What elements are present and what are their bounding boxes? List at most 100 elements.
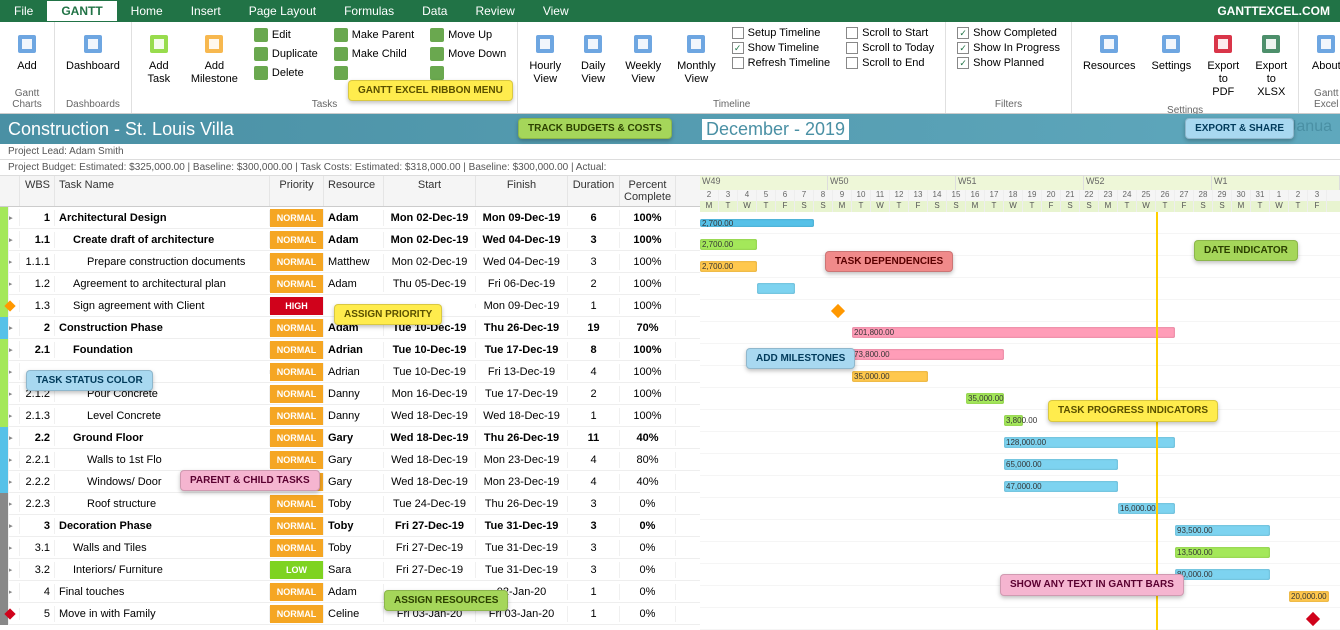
gantt-bar[interactable]: 128,000.00 [1004, 437, 1175, 448]
menu-formulas[interactable]: Formulas [330, 1, 408, 21]
make-child-button[interactable]: Make Child [330, 45, 418, 63]
col-start[interactable]: Start [384, 176, 476, 206]
priority-badge[interactable]: NORMAL [270, 363, 323, 381]
setup-timeline-check[interactable]: Setup Timeline [728, 26, 835, 40]
priority-badge[interactable]: NORMAL [270, 275, 323, 293]
priority-badge[interactable]: NORMAL [270, 253, 323, 271]
scroll-end-check[interactable]: Scroll to End [842, 56, 938, 70]
refresh-timeline-check[interactable]: Refresh Timeline [728, 56, 835, 70]
table-row[interactable]: ▸2.1.3Level ConcreteNORMALDannyWed 18-De… [0, 405, 700, 427]
priority-badge[interactable]: NORMAL [270, 495, 323, 513]
about-button[interactable]: About [1304, 24, 1340, 77]
gantt-bar[interactable]: 47,000.00 [1004, 481, 1118, 492]
show-progress-check[interactable]: ✓Show In Progress [953, 41, 1064, 55]
show-completed-check[interactable]: ✓Show Completed [953, 26, 1064, 40]
gantt-bar[interactable]: 201,800.00 [852, 327, 1175, 338]
priority-badge[interactable]: NORMAL [270, 341, 323, 359]
add-milestone-button[interactable]: AddMilestone [185, 24, 244, 90]
export-xlsx-button[interactable]: Exportto XLSX [1249, 24, 1293, 104]
gantt-bar[interactable]: 35,000.00 [966, 393, 1004, 404]
gantt-bar[interactable]: 65,000.00 [1004, 459, 1118, 470]
menu-view[interactable]: View [529, 1, 583, 21]
col-resource[interactable]: Resource [324, 176, 384, 206]
table-row[interactable]: ▸2.2.3Roof structureNORMALTobyTue 24-Dec… [0, 493, 700, 515]
menu-gantt[interactable]: GANTT [47, 1, 116, 21]
table-row[interactable]: ▸2.1FoundationNORMALAdrianTue 10-Dec-19T… [0, 339, 700, 361]
priority-badge[interactable]: NORMAL [270, 583, 323, 601]
gantt-bar[interactable]: 93,500.00 [1175, 525, 1270, 536]
col-wbs[interactable]: WBS [20, 176, 55, 206]
weekly-button[interactable]: WeeklyView [619, 24, 667, 90]
daily-button[interactable]: DailyView [571, 24, 615, 90]
table-row[interactable]: ▸1.2Agreement to architectural planNORMA… [0, 273, 700, 295]
resources-icon [1093, 28, 1125, 60]
table-row[interactable]: 5Move in with FamilyNORMALCelineFri 03-J… [0, 603, 700, 625]
priority-badge[interactable]: LOW [270, 561, 323, 579]
scroll-today-check[interactable]: Scroll to Today [842, 41, 938, 55]
priority-badge[interactable]: NORMAL [270, 451, 323, 469]
gantt-bar[interactable]: 2,700.00 [700, 261, 757, 272]
menu-review[interactable]: Review [461, 1, 528, 21]
col-priority[interactable]: Priority [270, 176, 324, 206]
scroll-start-check[interactable]: Scroll to Start [842, 26, 938, 40]
gantt-bar[interactable]: 2,700.00 [700, 239, 757, 250]
table-row[interactable]: ▸3Decoration PhaseNORMALTobyFri 27-Dec-1… [0, 515, 700, 537]
gantt-bar[interactable]: 73,800.00 [852, 349, 1004, 360]
priority-badge[interactable]: NORMAL [270, 319, 323, 337]
gantt-row: 16,000.00 [700, 498, 1340, 520]
move-up-button[interactable]: Move Up [426, 26, 510, 44]
priority-badge[interactable]: NORMAL [270, 429, 323, 447]
gantt-bar[interactable]: 16,000.00 [1118, 503, 1175, 514]
add-button[interactable]: Add [5, 24, 49, 77]
show-planned-check[interactable]: ✓Show Planned [953, 56, 1064, 70]
priority-badge[interactable]: NORMAL [270, 517, 323, 535]
dashboard-button[interactable]: Dashboard [60, 24, 126, 77]
table-row[interactable]: ▸1.1.1Prepare construction documentsNORM… [0, 251, 700, 273]
table-row[interactable]: ▸3.2Interiors/ FurnitureLOWSaraFri 27-De… [0, 559, 700, 581]
table-row[interactable]: ▸1Architectural DesignNORMALAdamMon 02-D… [0, 207, 700, 229]
add-task-button[interactable]: AddTask [137, 24, 181, 90]
edit-button[interactable]: Edit [250, 26, 322, 44]
monthly-button[interactable]: MonthlyView [671, 24, 722, 90]
priority-badge[interactable]: NORMAL [270, 209, 323, 227]
table-row[interactable]: ▸2.2.1Walls to 1st FloNORMALGaryWed 18-D… [0, 449, 700, 471]
menu-data[interactable]: Data [408, 1, 461, 21]
priority-badge[interactable]: NORMAL [270, 605, 323, 623]
menu-home[interactable]: Home [117, 1, 177, 21]
milestone-marker[interactable] [831, 304, 845, 318]
milestone-marker[interactable] [1306, 612, 1320, 626]
move-down-button[interactable]: Move Down [426, 45, 510, 63]
priority-badge[interactable]: NORMAL [270, 407, 323, 425]
priority-badge[interactable]: NORMAL [270, 539, 323, 557]
menu-file[interactable]: File [0, 1, 47, 21]
table-row[interactable]: ▸4Final touchesNORMALAdam02-Jan-2010% [0, 581, 700, 603]
gantt-bar[interactable]: 13,500.00 [1175, 547, 1270, 558]
export-pdf-button[interactable]: Exportto PDF [1201, 24, 1245, 104]
col-pct[interactable]: PercentComplete [620, 176, 676, 206]
gantt-bar[interactable]: 35,000.00 [852, 371, 928, 382]
gantt-bar[interactable] [757, 283, 795, 294]
table-row[interactable]: ▸2.2.2Windows/ DoorNORMALGaryWed 18-Dec-… [0, 471, 700, 493]
duplicate-button[interactable]: Duplicate [250, 45, 322, 63]
settings-button[interactable]: Settings [1146, 24, 1198, 77]
col-duration[interactable]: Duration [568, 176, 620, 206]
gantt-bar[interactable]: 20,000.00 [1289, 591, 1329, 602]
gantt-bar[interactable]: 2,700.00 [700, 219, 814, 227]
col-finish[interactable]: Finish [476, 176, 568, 206]
col-name[interactable]: Task Name [55, 176, 270, 206]
hourly-button[interactable]: HourlyView [523, 24, 567, 90]
priority-badge[interactable]: NORMAL [270, 231, 323, 249]
priority-badge[interactable]: NORMAL [270, 385, 323, 403]
gantt-bar[interactable]: 3,800.00 [1004, 415, 1023, 426]
show-timeline-check[interactable]: ✓Show Timeline [728, 41, 835, 55]
delete-button[interactable]: Delete [250, 64, 322, 82]
menu-insert[interactable]: Insert [177, 1, 235, 21]
table-row[interactable]: ▸3.1Walls and TilesNORMALTobyFri 27-Dec-… [0, 537, 700, 559]
table-row[interactable]: ▸1.1Create draft of architectureNORMALAd… [0, 229, 700, 251]
resources-button[interactable]: Resources [1077, 24, 1142, 77]
table-row[interactable]: ▸2.2Ground FloorNORMALGaryWed 18-Dec-19T… [0, 427, 700, 449]
menu-page layout[interactable]: Page Layout [235, 1, 330, 21]
make-parent-button[interactable]: Make Parent [330, 26, 418, 44]
priority-badge[interactable]: HIGH [270, 297, 323, 315]
gantt-bar[interactable]: 80,000.00 [1175, 569, 1270, 580]
